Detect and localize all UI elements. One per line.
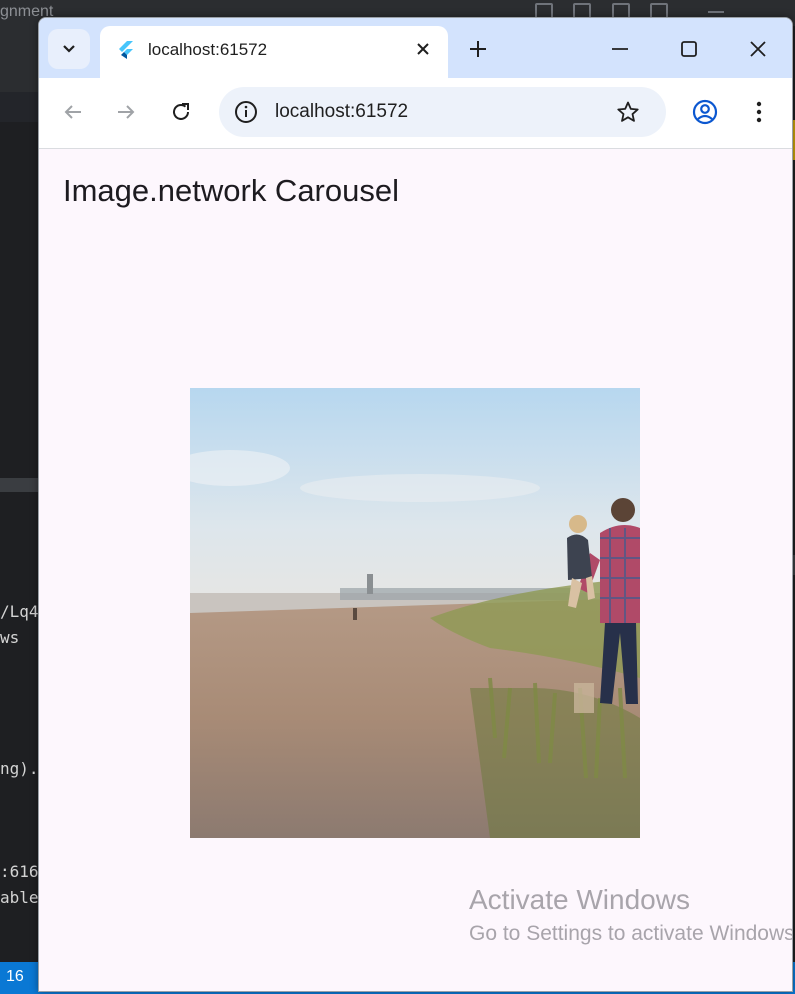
address-bar[interactable]: localhost:61572 [219,87,666,137]
maximize-icon [681,41,697,57]
minimize-icon [612,48,628,50]
close-icon [417,43,429,55]
arrow-right-icon [118,105,135,119]
code-line: :616 [0,862,39,881]
ide-minimize-icon[interactable] [708,11,724,13]
code-line: ng). [0,759,39,778]
close-icon [750,41,766,57]
code-line: /Lq4 [0,602,39,621]
profile-icon [692,99,718,125]
minimize-button[interactable] [605,34,635,64]
tab-title: localhost:61572 [148,40,268,59]
reload-icon [173,103,189,120]
star-icon [617,101,639,122]
ide-editor [0,122,40,962]
status-line-number: 16 [6,968,24,985]
browser-menu-button[interactable] [743,96,775,128]
plus-icon [470,41,486,57]
ide-breadcrumb [0,92,40,122]
page-title: Image.network Carousel [63,173,399,208]
url-text[interactable]: localhost:61572 [275,101,408,123]
carousel-image[interactable] [190,388,640,838]
tab-active[interactable]: localhost:61572 [100,26,448,78]
tab-close-button[interactable] [412,38,434,60]
maximize-button[interactable] [674,34,704,64]
windows-watermark-subtitle: Go to Settings to activate Windows. [469,922,793,945]
info-icon [235,101,257,123]
page-content: Image.network Carousel Activate Windows … [39,149,792,991]
browser-toolbar: localhost:61572 [39,78,792,149]
arrow-left-icon [64,105,81,119]
beach-photo [190,388,640,838]
window-close-button[interactable] [743,34,773,64]
back-button[interactable] [57,96,89,128]
new-tab-button[interactable] [465,36,491,62]
bookmark-button[interactable] [615,99,641,125]
more-vertical-icon [756,101,762,123]
profile-button[interactable] [689,96,721,128]
ide-tab-bar [0,26,40,92]
code-line: able [0,888,39,907]
ide-selection [0,478,40,492]
site-info-button[interactable] [233,99,259,125]
flutter-icon [119,41,133,59]
reload-button[interactable] [165,96,197,128]
code-line: ws [0,628,20,647]
forward-button[interactable] [110,96,142,128]
tab-strip: localhost:61572 [39,18,792,78]
browser-window: localhost:61572 localhost:61572 Image.ne… [38,17,793,992]
chevron-down-icon [63,45,75,53]
windows-watermark-title: Activate Windows [469,884,690,915]
tab-search-button[interactable] [48,29,90,69]
